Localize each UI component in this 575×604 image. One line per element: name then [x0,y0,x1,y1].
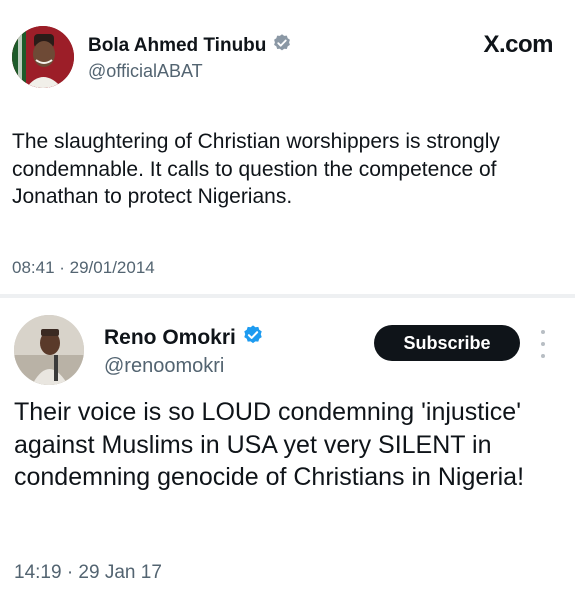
avatar-portrait-image [12,26,74,88]
blue-verified-badge-icon [242,324,264,351]
author-row: Bola Ahmed Tinubu [88,33,292,58]
gray-verified-badge-icon [272,33,292,58]
avatar-portrait-image [14,315,84,385]
timestamp[interactable]: 08:41 · 29/01/2014 [12,258,155,278]
tweet-text: The slaughtering of Christian worshipper… [12,130,500,209]
handle[interactable]: @renoomokri [104,355,224,378]
avatar-omokri[interactable] [14,315,84,385]
divider [0,294,575,298]
vertical-ellipsis-icon[interactable] [537,330,549,358]
subscribe-button[interactable]: Subscribe [374,325,520,361]
tweet-omokri: Reno Omokri @renoomokri Subscribe Their … [0,300,575,604]
handle[interactable]: @officialABAT [88,61,203,82]
timestamp[interactable]: 14:19 · 29 Jan 17 [14,562,162,584]
display-name[interactable]: Reno Omokri [104,326,236,350]
tweet-text: Their voice is so LOUD condemning 'injus… [14,398,525,491]
display-name[interactable]: Bola Ahmed Tinubu [88,35,266,57]
avatar-tinubu[interactable] [12,26,74,88]
source-label: X.com [483,31,553,58]
tweet-tinubu: Bola Ahmed Tinubu @officialABAT X.com Th… [0,0,575,296]
author-row: Reno Omokri [104,324,264,351]
